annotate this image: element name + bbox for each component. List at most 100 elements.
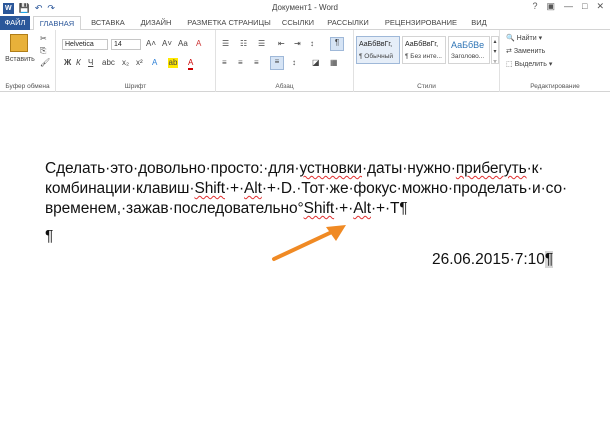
close-icon[interactable]: ✕: [596, 1, 604, 12]
tab-mailings[interactable]: РАССЫЛКИ: [326, 16, 370, 30]
borders-icon[interactable]: ▦: [330, 58, 338, 68]
text-run: ·+·D.·Тот·же·фокус·можно·проделать·и·со·: [261, 180, 568, 197]
tab-view[interactable]: ВИД: [468, 16, 490, 30]
word-window: W 💾 ↶ ↷ Документ1 - Word ? ▣ — □ ✕ ФАЙЛ …: [0, 0, 610, 422]
clipboard-group: Вставить ✂ ⎘ 🖌 Буфер обмена: [0, 30, 56, 92]
text-effects-icon[interactable]: A: [152, 58, 157, 68]
text-run: ·+·T¶: [370, 200, 408, 217]
style-heading[interactable]: АаБбВе Заголово...: [448, 36, 490, 64]
underline-button[interactable]: Ч: [88, 58, 93, 68]
font-name-select[interactable]: Helvetica: [62, 39, 108, 50]
bold-button[interactable]: Ж: [64, 58, 71, 68]
inserted-date-time[interactable]: 26.06.2015·7:10¶: [432, 251, 554, 269]
line-spacing-icon[interactable]: ↕: [292, 58, 296, 68]
style-normal[interactable]: АаБбВвГг, ¶ Обычный: [356, 36, 400, 64]
window-controls: ? ▣ — □ ✕: [532, 1, 604, 12]
styles-group-label: Стили: [417, 83, 436, 90]
italic-button[interactable]: К: [76, 58, 81, 68]
style-name: ¶ Обычный: [359, 53, 394, 60]
date-paragraph-mark: ¶: [544, 251, 554, 268]
tab-review[interactable]: РЕЦЕНЗИРОВАНИЕ: [380, 16, 462, 30]
grow-font-icon[interactable]: A˄: [146, 39, 156, 49]
decrease-indent-icon[interactable]: ⇤: [278, 39, 285, 49]
multilevel-list-icon[interactable]: ☰: [258, 39, 265, 49]
align-right-icon[interactable]: ≡: [254, 58, 259, 68]
style-name: ¶ Без инте...: [405, 53, 442, 60]
paragraph-group-label: Абзац: [275, 83, 294, 90]
paste-button[interactable]: Вставить: [3, 55, 37, 65]
sort-icon[interactable]: ↕: [310, 39, 314, 49]
tab-home[interactable]: ГЛАВНАЯ: [33, 16, 81, 31]
document-page[interactable]: Сделать·это·довольно·просто:·для·устновк…: [0, 93, 610, 422]
clipboard-group-label: Буфер обмена: [5, 83, 50, 90]
font-group: Helvetica 14 A˄ A˅ Aa A Ж К Ч abc x₂ x² …: [56, 30, 216, 92]
font-group-label: Шрифт: [124, 83, 147, 90]
editing-group-label: Редактирование: [530, 83, 580, 90]
help-icon[interactable]: ?: [532, 1, 537, 12]
ribbon-options-icon[interactable]: ▣: [547, 1, 556, 12]
select-button[interactable]: ⬚ Выделить ▾: [506, 60, 552, 70]
bullets-icon[interactable]: ☰: [222, 39, 229, 49]
select-icon: ⬚: [506, 61, 513, 68]
format-painter-icon[interactable]: 🖌: [40, 58, 50, 68]
text-run: ·+·: [224, 180, 245, 197]
shrink-font-icon[interactable]: A˅: [162, 39, 172, 49]
orange-arrow-icon: [272, 225, 346, 261]
misspelled-word: Shift: [194, 180, 225, 197]
superscript-icon[interactable]: x²: [136, 58, 143, 68]
tab-insert[interactable]: ВСТАВКА: [88, 16, 128, 30]
numbering-icon[interactable]: ☷: [240, 39, 247, 49]
tab-design[interactable]: ДИЗАЙН: [136, 16, 176, 30]
maximize-icon[interactable]: □: [582, 1, 587, 12]
find-icon: 🔍: [506, 35, 515, 42]
text-run: комбинации·клавиш·: [45, 180, 195, 197]
find-button[interactable]: 🔍 Найти ▾: [506, 34, 542, 44]
misspelled-word: Shift: [303, 200, 335, 217]
misspelled-word: устновки: [299, 160, 363, 177]
cut-icon[interactable]: ✂: [40, 34, 47, 44]
minimize-icon[interactable]: —: [564, 1, 573, 12]
title-bar: W 💾 ↶ ↷ Документ1 - Word ? ▣ — □ ✕: [0, 0, 610, 16]
copy-icon[interactable]: ⎘: [40, 46, 46, 56]
strikethrough-icon[interactable]: abc: [102, 58, 115, 68]
align-left-icon[interactable]: ≡: [222, 58, 227, 68]
shading-icon[interactable]: ◪: [312, 58, 320, 68]
show-marks-icon[interactable]: ¶: [330, 37, 344, 51]
highlight-icon[interactable]: ab: [168, 58, 178, 68]
style-no-spacing[interactable]: АаБбВвГг, ¶ Без инте...: [402, 36, 446, 64]
text-run: временем,·зажав·последовательно°: [45, 200, 304, 217]
tab-layout[interactable]: РАЗМЕТКА СТРАНИЦЫ: [184, 16, 274, 30]
date-text: 26.06.2015·7:10: [432, 251, 545, 268]
change-case-icon[interactable]: Aa: [178, 39, 188, 49]
editing-group: 🔍 Найти ▾ ⇄ Заменить ⬚ Выделить ▾ Редакт…: [500, 30, 610, 92]
font-color-icon[interactable]: A: [188, 58, 194, 70]
text-run: Сделать·это·довольно·просто:·для·: [45, 160, 300, 177]
misspelled-word: прибегуть: [455, 160, 527, 177]
style-preview: АаБбВе: [451, 40, 485, 50]
text-run: ·+·: [334, 200, 354, 217]
empty-paragraph-mark: ¶: [45, 228, 54, 245]
tab-references[interactable]: ССЫЛКИ: [280, 16, 316, 30]
replace-button[interactable]: ⇄ Заменить: [506, 47, 545, 57]
style-preview: АаБбВвГг,: [359, 41, 393, 48]
tab-file[interactable]: ФАЙЛ: [0, 16, 30, 30]
clear-format-icon[interactable]: A: [196, 39, 201, 49]
select-label: Выделить: [514, 61, 547, 68]
styles-scroll-icon[interactable]: ▴ ▾ ▿: [491, 36, 499, 65]
text-run: ·к·: [526, 160, 544, 177]
ribbon-tabs: ФАЙЛ ГЛАВНАЯ ВСТАВКА ДИЗАЙН РАЗМЕТКА СТР…: [0, 16, 610, 31]
align-center-icon[interactable]: ≡: [238, 58, 243, 68]
window-title: Документ1 - Word: [271, 3, 338, 12]
font-size-select[interactable]: 14: [111, 39, 141, 50]
subscript-icon[interactable]: x₂: [122, 58, 129, 68]
paste-icon[interactable]: [10, 34, 28, 52]
text-run: ·даты·нужно·: [361, 160, 456, 177]
increase-indent-icon[interactable]: ⇥: [294, 39, 301, 49]
style-name: Заголово...: [451, 53, 485, 60]
style-preview: АаБбВвГг,: [405, 41, 439, 48]
document-paragraph[interactable]: Сделать·это·довольно·просто:·для·устновк…: [45, 159, 568, 219]
replace-icon: ⇄: [506, 48, 512, 55]
justify-icon[interactable]: ≡: [270, 56, 284, 70]
misspelled-word: Alt: [353, 200, 371, 217]
styles-group: АаБбВвГг, ¶ Обычный АаБбВвГг, ¶ Без инте…: [354, 30, 500, 92]
